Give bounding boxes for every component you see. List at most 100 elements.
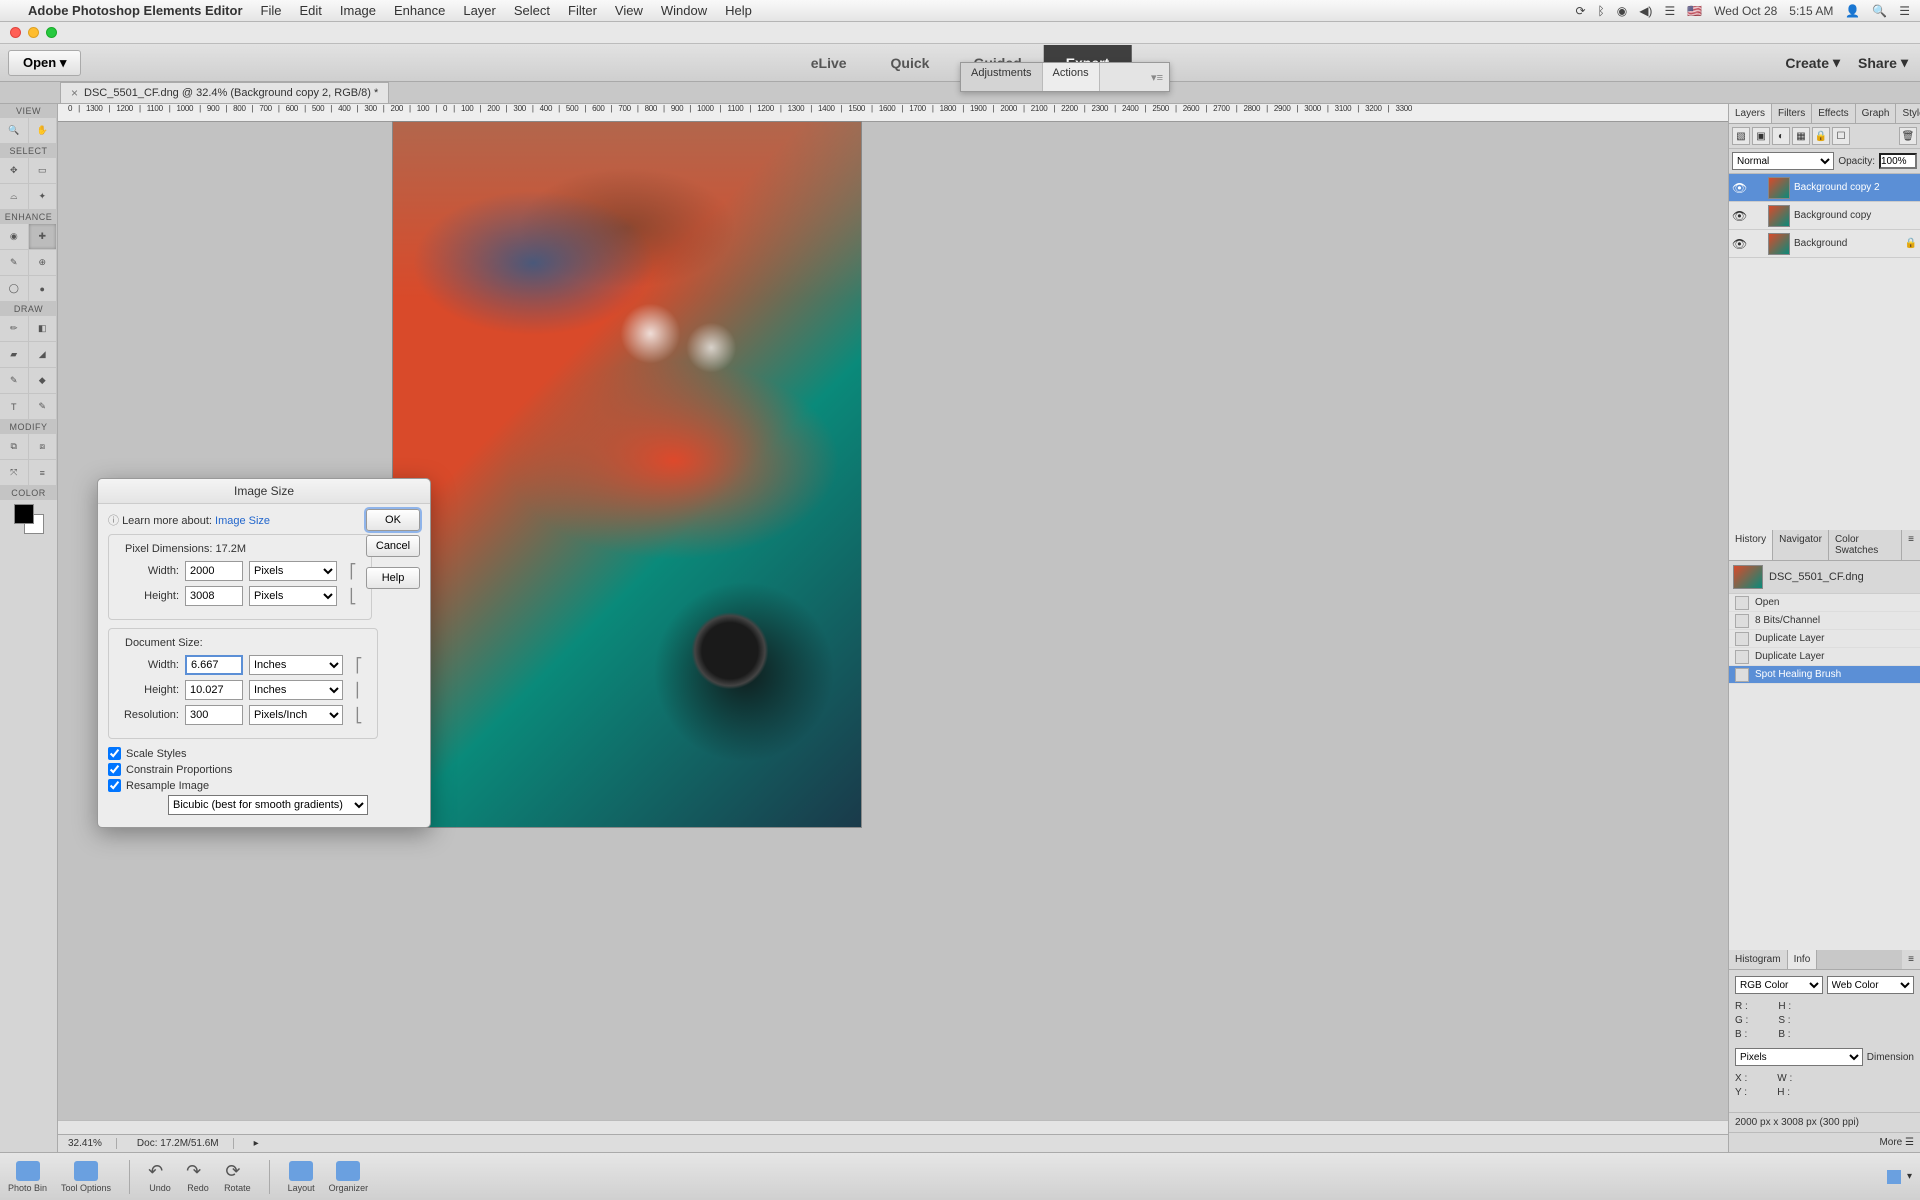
brush-tool[interactable]: ✏ (0, 316, 29, 342)
visibility-icon[interactable]: 👁 (1732, 181, 1746, 195)
app-name[interactable]: Adobe Photoshop Elements Editor (28, 3, 243, 18)
doc-width-input[interactable] (185, 655, 243, 675)
spot-heal-tool[interactable]: ✚ (29, 224, 58, 250)
menubar-date[interactable]: Wed Oct 28 (1714, 4, 1777, 18)
eraser-tool[interactable]: ◧ (29, 316, 58, 342)
menu-file[interactable]: File (261, 3, 282, 18)
color-mode-1-select[interactable]: RGB Color (1735, 976, 1823, 994)
tool-options-button[interactable]: Tool Options (61, 1161, 111, 1193)
history-item[interactable]: Spot Healing Brush (1729, 666, 1920, 684)
lasso-tool[interactable]: ⌓ (0, 184, 29, 210)
minimize-window-icon[interactable] (28, 27, 39, 38)
list-icon[interactable]: ☰ (1899, 4, 1910, 18)
resample-check[interactable]: Resample Image (108, 779, 420, 792)
zoom-level[interactable]: 32.41% (68, 1138, 117, 1149)
menu-window[interactable]: Window (661, 3, 707, 18)
units-select[interactable]: Pixels (1735, 1048, 1863, 1066)
shape-tool[interactable]: ◆ (29, 368, 58, 394)
menu-filter[interactable]: Filter (568, 3, 597, 18)
visibility-icon[interactable]: 👁 (1732, 209, 1746, 223)
tab-history[interactable]: History (1729, 530, 1773, 560)
layer-item[interactable]: 👁 Background copy (1729, 202, 1920, 230)
tab-histogram[interactable]: Histogram (1729, 950, 1788, 969)
open-button[interactable]: Open ▾ (8, 50, 81, 76)
tab-info[interactable]: Info (1788, 950, 1818, 969)
menu-extra-icon[interactable]: ☰ (1664, 4, 1675, 18)
type-tool[interactable]: T (0, 394, 29, 420)
hand-tool[interactable]: ✋ (29, 118, 58, 144)
smart-brush-tool[interactable]: ✎ (0, 250, 29, 276)
tab-layers[interactable]: Layers (1729, 104, 1772, 123)
color-swatch[interactable] (14, 504, 44, 534)
organizer-button[interactable]: Organizer (329, 1161, 369, 1193)
quick-select-tool[interactable]: ✦ (29, 184, 58, 210)
blend-mode-select[interactable]: Normal (1732, 152, 1834, 170)
tab-effects[interactable]: Effects (1812, 104, 1855, 123)
close-tab-icon[interactable]: × (71, 86, 78, 100)
link-icon[interactable]: ⎢ (349, 682, 369, 699)
px-width-unit[interactable]: Pixels (249, 561, 337, 581)
history-item[interactable]: 8 Bits/Channel (1729, 612, 1920, 630)
eyedropper-tool[interactable]: ✎ (0, 368, 29, 394)
sponge-tool[interactable]: ● (29, 276, 58, 302)
color-mode-2-select[interactable]: Web Color (1827, 976, 1915, 994)
layer-item[interactable]: 👁 Background copy 2 (1729, 174, 1920, 202)
move-tool[interactable]: ✥ (0, 158, 29, 184)
recompose-tool[interactable]: ⧈ (29, 434, 58, 460)
create-button[interactable]: Create ▾ (1785, 54, 1840, 71)
layout-button[interactable]: Layout (288, 1161, 315, 1193)
resample-method-select[interactable]: Bicubic (best for smooth gradients) (168, 795, 368, 815)
history-item[interactable]: Open (1729, 594, 1920, 612)
clone-tool[interactable]: ⊕ (29, 250, 58, 276)
floating-adjustments-panel[interactable]: Adjustments Actions ▾≡ (960, 62, 1170, 92)
bluetooth-icon[interactable]: ᛒ (1598, 4, 1605, 18)
menu-image[interactable]: Image (340, 3, 376, 18)
menu-enhance[interactable]: Enhance (394, 3, 445, 18)
link-icon[interactable]: ⎡ (349, 657, 369, 674)
tab-adjustments[interactable]: Adjustments (961, 63, 1043, 91)
scale-styles-check[interactable]: Scale Styles (108, 747, 420, 760)
tab-swatches[interactable]: Color Swatches (1829, 530, 1902, 560)
document-image[interactable] (393, 122, 861, 827)
constrain-check[interactable]: Constrain Proportions (108, 763, 420, 776)
user-icon[interactable]: 👤 (1845, 4, 1860, 18)
pencil-tool[interactable]: ✎ (29, 394, 58, 420)
resolution-input[interactable] (185, 705, 243, 725)
menubar-time[interactable]: 5:15 AM (1789, 4, 1833, 18)
resolution-unit[interactable]: Pixels/Inch (249, 705, 343, 725)
ok-button[interactable]: OK (366, 509, 420, 531)
history-item[interactable]: Duplicate Layer (1729, 630, 1920, 648)
mask-icon[interactable]: ▦ (1792, 127, 1810, 145)
learn-link[interactable]: Image Size (215, 515, 270, 527)
undo-button[interactable]: ↶Undo (148, 1161, 172, 1193)
close-window-icon[interactable] (10, 27, 21, 38)
straighten-tool[interactable]: ≡ (29, 460, 58, 486)
blur-tool[interactable]: ◯ (0, 276, 29, 302)
status-chevron-icon[interactable]: ▸ (254, 1138, 259, 1149)
delete-layer-icon[interactable]: 🗑 (1899, 127, 1917, 145)
panel-menu-icon[interactable]: ≡ (1902, 530, 1920, 560)
adjustment-icon[interactable]: ◐ (1772, 127, 1790, 145)
opacity-input[interactable] (1879, 153, 1917, 169)
tab-styles[interactable]: Styles (1896, 104, 1920, 123)
menu-view[interactable]: View (615, 3, 643, 18)
sync-icon[interactable]: ⟳ (1575, 4, 1585, 18)
menu-select[interactable]: Select (514, 3, 550, 18)
gradient-tool[interactable]: ◢ (29, 342, 58, 368)
tab-navigator[interactable]: Navigator (1773, 530, 1829, 560)
document-tab[interactable]: × DSC_5501_CF.dng @ 32.4% (Background co… (60, 82, 389, 104)
lock-icon[interactable]: 🔒 (1812, 127, 1830, 145)
menu-edit[interactable]: Edit (299, 3, 321, 18)
crop-tool[interactable]: ⧉ (0, 434, 29, 460)
rotate-button[interactable]: ⟳Rotate (224, 1161, 251, 1193)
px-width-input[interactable] (185, 561, 243, 581)
tab-graphics[interactable]: Graph (1856, 104, 1897, 123)
wifi-icon[interactable]: ◉ (1617, 4, 1627, 18)
share-button[interactable]: Share ▾ (1858, 54, 1908, 71)
fill-tool[interactable]: ▰ (0, 342, 29, 368)
px-height-unit[interactable]: Pixels (249, 586, 337, 606)
zoom-tool[interactable]: 🔍 (0, 118, 29, 144)
link-icon[interactable]: ⎡ (343, 563, 363, 580)
photo-bin-button[interactable]: Photo Bin (8, 1161, 47, 1193)
menu-help[interactable]: Help (725, 3, 752, 18)
